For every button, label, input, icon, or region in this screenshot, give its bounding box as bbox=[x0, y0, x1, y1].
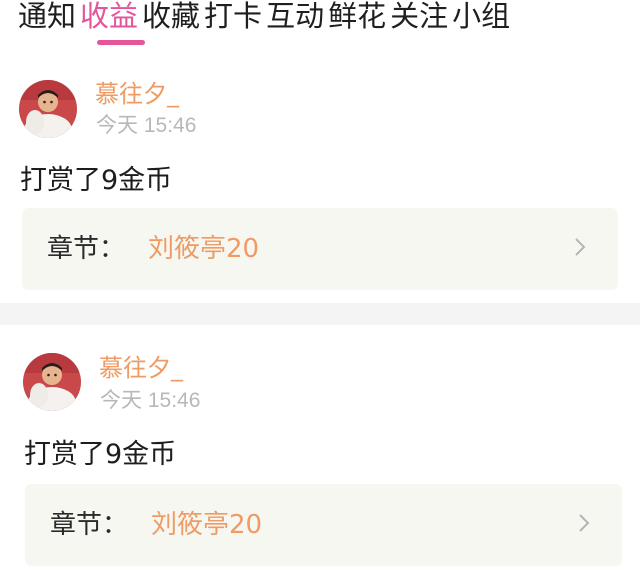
section-divider bbox=[0, 303, 640, 325]
chevron-right-icon bbox=[579, 514, 590, 532]
chapter-label: 章节： bbox=[47, 234, 126, 264]
username[interactable]: 慕往夕_ bbox=[95, 79, 179, 109]
tab-row: 通知 收益 收藏 打卡 互动 鲜花 关注 小组 bbox=[18, 0, 510, 38]
tab-earnings[interactable]: 收益 bbox=[80, 0, 138, 38]
chapter-link[interactable]: 章节： 刘筱亭20 bbox=[22, 208, 618, 290]
notification-message: 打赏了9金币 bbox=[24, 439, 177, 470]
chapter-title: 刘筱亭20 bbox=[151, 510, 263, 540]
notification-message: 打赏了9金币 bbox=[20, 165, 173, 196]
chapter-title: 刘筱亭20 bbox=[148, 234, 260, 264]
tab-favorites[interactable]: 收藏 bbox=[142, 0, 200, 38]
tab-bar: 通知 收益 收藏 打卡 互动 鲜花 关注 小组 bbox=[0, 0, 640, 50]
user-avatar-icon[interactable] bbox=[19, 80, 77, 138]
timestamp: 今天 15:46 bbox=[96, 114, 197, 137]
tab-flowers[interactable]: 鲜花 bbox=[328, 0, 386, 38]
chapter-link[interactable]: 章节： 刘筱亭20 bbox=[25, 484, 622, 566]
tab-groups[interactable]: 小组 bbox=[452, 0, 510, 38]
tab-checkin[interactable]: 打卡 bbox=[204, 0, 262, 38]
tab-following[interactable]: 关注 bbox=[390, 0, 448, 38]
chapter-label: 章节： bbox=[50, 510, 129, 540]
tab-interactions[interactable]: 互动 bbox=[266, 0, 324, 38]
timestamp: 今天 15:46 bbox=[100, 389, 201, 412]
tab-notifications[interactable]: 通知 bbox=[18, 0, 76, 38]
username[interactable]: 慕往夕_ bbox=[99, 353, 183, 383]
user-avatar-icon[interactable] bbox=[23, 353, 81, 411]
chevron-right-icon bbox=[575, 238, 586, 256]
active-tab-indicator bbox=[97, 40, 145, 45]
